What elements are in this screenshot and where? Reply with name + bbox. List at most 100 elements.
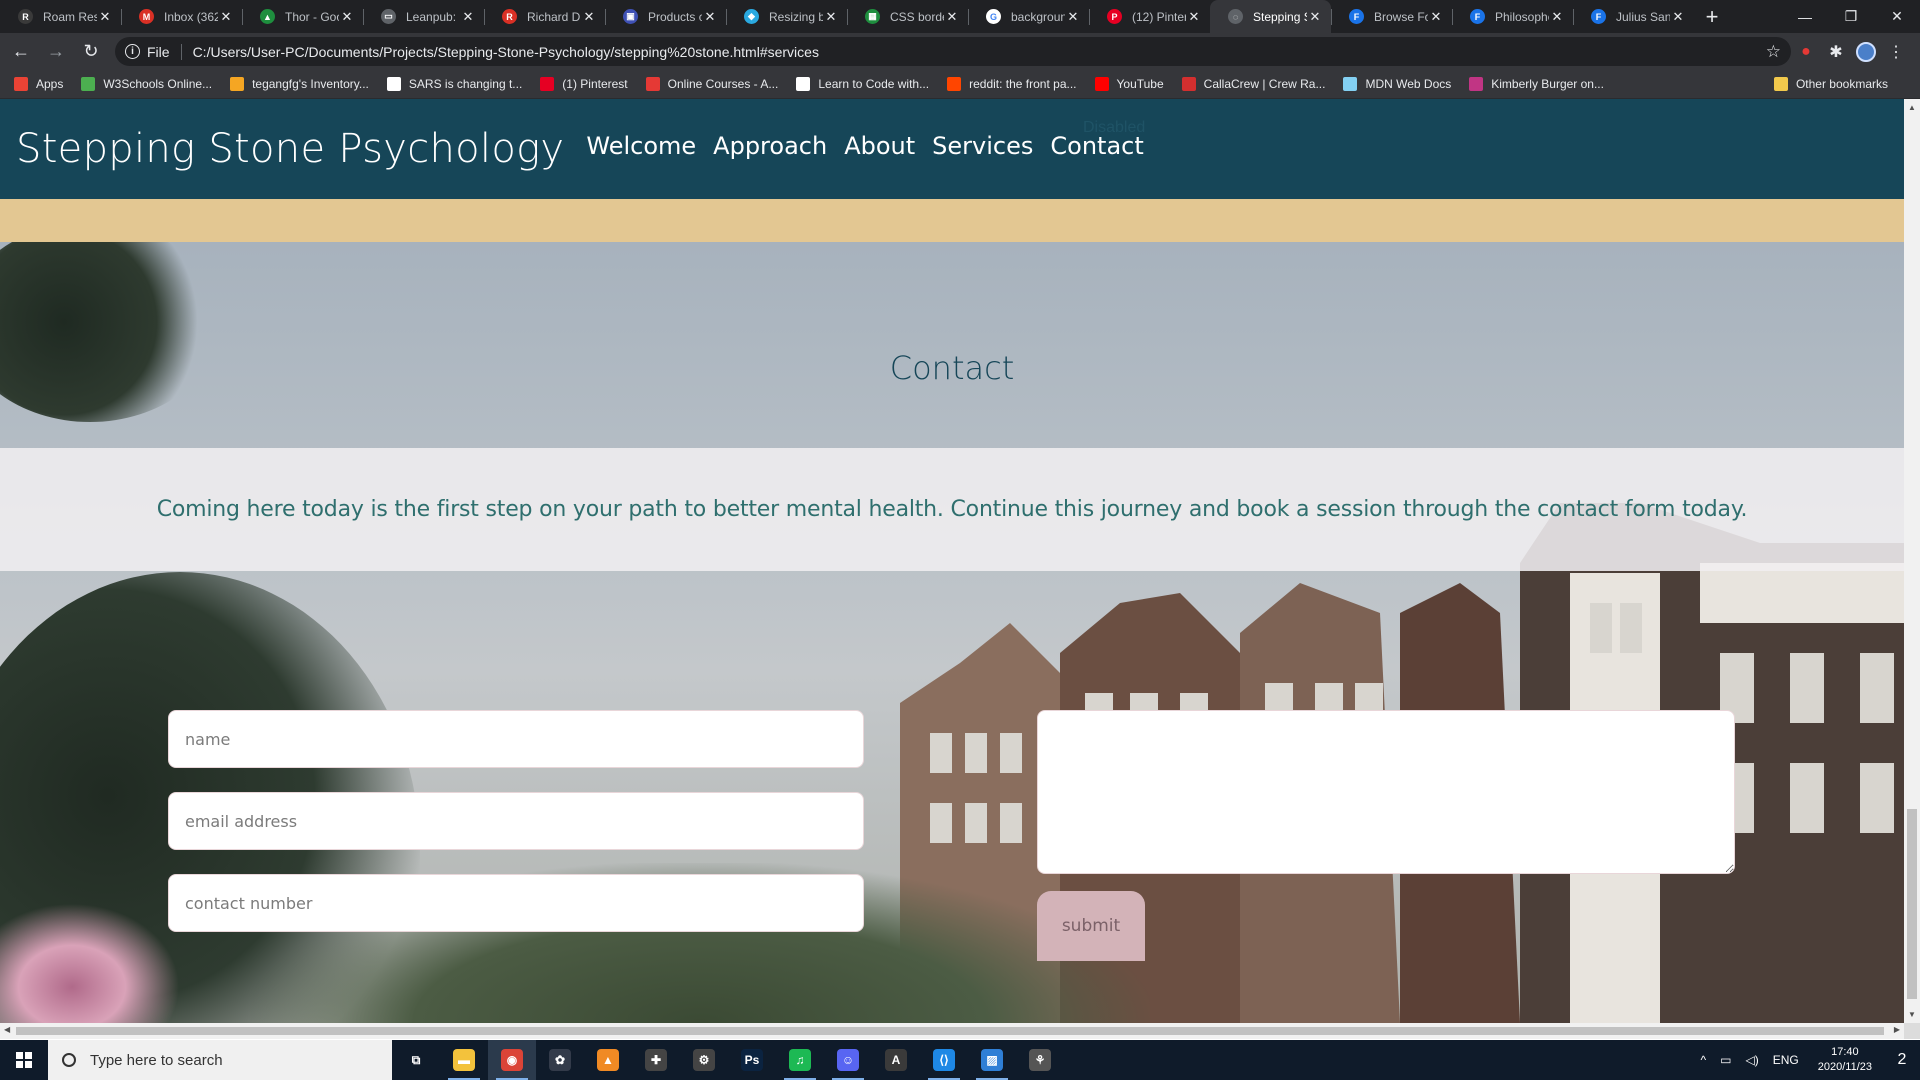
bookmark-item[interactable]: Online Courses - A...	[645, 77, 778, 91]
new-tab-button[interactable]: +	[1694, 0, 1730, 33]
bookmark-item[interactable]: CallaCrew | Crew Ra...	[1181, 77, 1325, 91]
browser-tab[interactable]: M Inbox (362 ✕	[121, 0, 242, 33]
menu-welcome[interactable]: Welcome	[586, 132, 696, 160]
network-icon[interactable]: ▭	[1720, 1053, 1731, 1067]
scroll-right-arrow-icon[interactable]: ▶	[1894, 1025, 1900, 1034]
start-button[interactable]	[0, 1040, 48, 1080]
vscode-icon: ⟨⟩	[933, 1049, 955, 1071]
bookmark-item[interactable]: Kimberly Burger on...	[1469, 77, 1604, 91]
taskbar-app-app-extra[interactable]: ⚘	[1016, 1040, 1064, 1080]
volume-icon[interactable]: ◁)	[1746, 1053, 1759, 1067]
tab-close-icon[interactable]: ✕	[218, 9, 234, 25]
tab-close-icon[interactable]: ✕	[944, 9, 960, 25]
bookmark-favicon-icon	[1181, 77, 1196, 91]
menu-services[interactable]: Services	[932, 132, 1033, 160]
name-input[interactable]	[168, 710, 864, 768]
tab-close-icon[interactable]: ✕	[581, 9, 597, 25]
browser-menu-icon[interactable]: ⋮	[1881, 38, 1911, 66]
taskbar-app-task-view[interactable]: ⧉	[392, 1040, 440, 1080]
taskbar-app-spotify[interactable]: ♫	[776, 1040, 824, 1080]
tab-close-icon[interactable]: ✕	[1670, 9, 1686, 25]
bookmark-item[interactable]: tegangfg's Inventory...	[230, 77, 369, 91]
extensions-puzzle-icon[interactable]: ✱	[1821, 38, 1851, 66]
browser-tab[interactable]: ▣ Products c ✕	[605, 0, 726, 33]
scroll-left-arrow-icon[interactable]: ◀	[4, 1025, 10, 1034]
taskbar-app-acrobat[interactable]: A	[872, 1040, 920, 1080]
vertical-scroll-thumb[interactable]	[1907, 809, 1917, 999]
vertical-scrollbar[interactable]: ▲ ▼	[1904, 99, 1920, 1023]
bookmark-item[interactable]: Apps	[14, 77, 63, 91]
profile-avatar[interactable]	[1851, 38, 1881, 66]
browser-tab[interactable]: F Browse Fo ✕	[1331, 0, 1452, 33]
bookmark-item[interactable]: reddit: the front pa...	[947, 77, 1077, 91]
browser-tab[interactable]: R Richard D. ✕	[484, 0, 605, 33]
taskbar-app-discord[interactable]: ☺	[824, 1040, 872, 1080]
browser-tab[interactable]: ◆ Resizing b ✕	[726, 0, 847, 33]
language-indicator[interactable]: ENG	[1773, 1053, 1799, 1067]
close-window-button[interactable]: ✕	[1874, 0, 1920, 33]
tab-close-icon[interactable]: ✕	[1065, 9, 1081, 25]
taskbar-app-photos[interactable]: ▨	[968, 1040, 1016, 1080]
taskbar-app-chrome[interactable]: ◉	[488, 1040, 536, 1080]
tab-close-icon[interactable]: ✕	[1428, 9, 1444, 25]
browser-tab[interactable]: P (12) Pinter ✕	[1089, 0, 1210, 33]
clock[interactable]: 17:40 2020/11/23	[1818, 1045, 1872, 1075]
minimize-button[interactable]: —	[1782, 0, 1828, 33]
menu-about[interactable]: About	[844, 132, 915, 160]
browser-tab[interactable]: ◌ Stepping S ✕	[1210, 0, 1331, 33]
back-button[interactable]: ←	[7, 38, 35, 66]
tab-close-icon[interactable]: ✕	[1186, 9, 1202, 25]
browser-tab[interactable]: Gbackgroun ✕	[968, 0, 1089, 33]
browser-tab[interactable]: ▭ Leanpub: I ✕	[363, 0, 484, 33]
bookmark-item[interactable]: W3Schools Online...	[81, 77, 212, 91]
forward-button[interactable]: →	[42, 38, 70, 66]
bookmark-item[interactable]: SARS is changing t...	[386, 77, 523, 91]
taskbar-app-file-explorer[interactable]: ▬	[440, 1040, 488, 1080]
message-textarea[interactable]	[1037, 710, 1735, 874]
taskbar-app-davinci-resolve[interactable]: ✿	[536, 1040, 584, 1080]
bookmark-item[interactable]: MDN Web Docs	[1343, 77, 1451, 91]
other-bookmarks[interactable]: Other bookmarks	[1773, 70, 1888, 98]
browser-tab[interactable]: F Philosophe ✕	[1452, 0, 1573, 33]
tab-close-icon[interactable]: ✕	[702, 9, 718, 25]
bookmark-item[interactable]: YouTube	[1094, 77, 1164, 91]
scroll-up-arrow-icon[interactable]: ▲	[1908, 103, 1916, 112]
tab-close-icon[interactable]: ✕	[1307, 9, 1323, 25]
bookmark-favicon-icon	[81, 77, 96, 91]
reload-button[interactable]: ↻	[77, 38, 105, 66]
tray-chevron-icon[interactable]: ^	[1701, 1053, 1707, 1067]
taskbar-search[interactable]: Type here to search	[48, 1040, 392, 1080]
maximize-button[interactable]: ❐	[1828, 0, 1874, 33]
url-text[interactable]: C:/Users/User-PC/Documents/Projects/Step…	[193, 44, 1766, 60]
tab-close-icon[interactable]: ✕	[97, 9, 113, 25]
bookmark-item[interactable]: Learn to Code with...	[796, 77, 929, 91]
site-brand[interactable]: Stepping Stone Psychology	[16, 126, 564, 172]
taskbar-app-vlc[interactable]: ▲	[584, 1040, 632, 1080]
browser-tab[interactable]: ▲ Thor - Goo ✕	[242, 0, 363, 33]
extension-icon[interactable]: ●	[1791, 38, 1821, 66]
horizontal-scrollbar[interactable]: ◀ ▶	[0, 1023, 1904, 1039]
taskbar-app-photoshop[interactable]: Ps	[728, 1040, 776, 1080]
menu-approach[interactable]: Approach	[713, 132, 827, 160]
tab-close-icon[interactable]: ✕	[823, 9, 839, 25]
scroll-down-arrow-icon[interactable]: ▼	[1908, 1010, 1916, 1019]
tab-close-icon[interactable]: ✕	[460, 9, 476, 25]
taskbar-app-steam-tool[interactable]: ⚙	[680, 1040, 728, 1080]
submit-button[interactable]: submit	[1037, 891, 1145, 961]
tab-close-icon[interactable]: ✕	[339, 9, 355, 25]
tab-close-icon[interactable]: ✕	[1549, 9, 1565, 25]
site-info-icon[interactable]: i	[125, 44, 140, 59]
browser-tab[interactable]: F Julius Sans✕	[1573, 0, 1694, 33]
bookmark-label: SARS is changing t...	[408, 77, 523, 91]
bookmark-item[interactable]: (1) Pinterest	[540, 77, 628, 91]
phone-input[interactable]	[168, 874, 864, 932]
notification-center[interactable]: 2	[1884, 1040, 1920, 1080]
browser-tab[interactable]: ▦ CSS borde ✕	[847, 0, 968, 33]
taskbar-app-game-controller[interactable]: ✚	[632, 1040, 680, 1080]
bookmark-star-icon[interactable]: ☆	[1766, 42, 1781, 62]
horizontal-scroll-thumb[interactable]	[16, 1027, 1884, 1035]
address-bar[interactable]: i File C:/Users/User-PC/Documents/Projec…	[115, 37, 1791, 66]
taskbar-app-vscode[interactable]: ⟨⟩	[920, 1040, 968, 1080]
email-input[interactable]	[168, 792, 864, 850]
browser-tab[interactable]: R Roam Rese✕	[0, 0, 121, 33]
